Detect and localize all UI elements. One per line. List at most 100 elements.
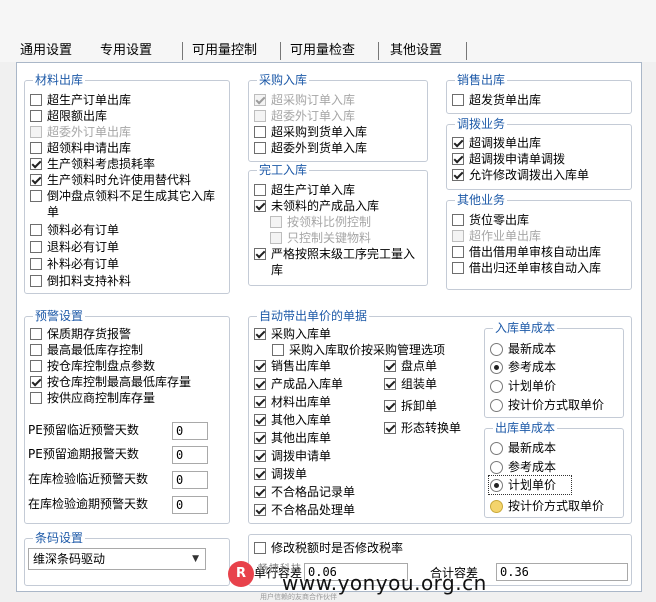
chevron-down-icon[interactable]: ▼ [192, 549, 199, 569]
chk-supplement-require-order[interactable]: 补料必有订单 [30, 256, 119, 272]
checkbox[interactable] [452, 214, 464, 226]
checkbox[interactable] [384, 360, 396, 372]
checkbox[interactable] [30, 258, 42, 270]
checkbox[interactable] [30, 110, 42, 122]
radio-button[interactable] [490, 360, 503, 374]
checkbox[interactable] [30, 174, 42, 186]
checkbox[interactable] [30, 158, 42, 170]
chk-over-production-order-in[interactable]: 超生产订单入库 [254, 182, 355, 198]
chk-return-require-order[interactable]: 退料必有订单 [30, 239, 119, 255]
checkbox[interactable] [272, 344, 284, 356]
chk-allow-substitute[interactable]: 生产领料时允许使用替代料 [30, 172, 191, 188]
chk-auto-material-out[interactable]: 材料出库单 [254, 394, 331, 410]
checkbox[interactable] [254, 126, 266, 138]
checkbox[interactable] [254, 542, 266, 554]
radio-in-latest-cost[interactable]: 最新成本 [490, 341, 556, 357]
checkbox[interactable] [254, 184, 266, 196]
checkbox[interactable] [254, 378, 266, 390]
radio-in-reference-cost[interactable]: 参考成本 [490, 359, 556, 375]
checkbox[interactable] [254, 328, 266, 340]
checkbox[interactable] [452, 169, 464, 181]
checkbox[interactable] [254, 486, 266, 498]
checkbox[interactable] [30, 392, 42, 404]
chk-auto-nonconforming-handle[interactable]: 不合格品处理单 [254, 502, 355, 518]
total-tolerance-input[interactable]: 0.36 [496, 563, 628, 581]
checkbox[interactable] [452, 262, 464, 274]
checkbox[interactable] [254, 504, 266, 516]
chk-auto-count[interactable]: 盘点单 [384, 358, 437, 374]
chk-over-outsourcing-arrival-in[interactable]: 超委外到货单入库 [254, 140, 367, 156]
tab-general[interactable]: 通用设置 [20, 42, 72, 60]
checkbox[interactable] [30, 224, 42, 236]
checkbox[interactable] [452, 153, 464, 165]
chk-auto-other-out[interactable]: 其他出库单 [254, 430, 331, 446]
chk-auto-finished-in[interactable]: 产成品入库单 [254, 376, 343, 392]
chk-allow-edit-transfer[interactable]: 允许修改调拨出入库单 [452, 167, 589, 183]
radio-in-plan-price[interactable]: 计划单价 [490, 378, 556, 394]
chk-auto-sales-out[interactable]: 销售出库单 [254, 358, 331, 374]
chk-auto-purchase-in[interactable]: 采购入库单 [254, 326, 331, 342]
chk-borrow-auto-out[interactable]: 借出借用单审核自动出库 [452, 244, 601, 260]
checkbox[interactable] [254, 248, 266, 260]
checkbox[interactable] [452, 94, 464, 106]
radio-button[interactable] [490, 499, 503, 513]
checkbox[interactable] [254, 468, 266, 480]
barcode-driver-select[interactable]: 维深条码驱动 ▼ [28, 548, 206, 570]
checkbox[interactable] [254, 396, 266, 408]
checkbox[interactable] [30, 241, 42, 253]
checkbox[interactable] [384, 378, 396, 390]
chk-purchase-price-by-option[interactable]: 采购入库取价按采购管理选项 [272, 342, 445, 358]
chk-auto-transfer[interactable]: 调拨单 [254, 466, 307, 482]
checkbox[interactable] [30, 190, 42, 202]
radio-out-by-valuation[interactable]: 按计价方式取单价 [490, 498, 604, 514]
checkbox[interactable] [254, 432, 266, 444]
tab-other-settings[interactable]: 其他设置 [390, 42, 442, 60]
chk-over-delivery-out[interactable]: 超发货单出库 [452, 92, 541, 108]
pe-overdue-days-input[interactable]: 0 [172, 446, 208, 464]
radio-out-reference-cost[interactable]: 参考成本 [490, 459, 556, 475]
checkbox[interactable] [30, 94, 42, 106]
checkbox[interactable] [254, 360, 266, 372]
checkbox[interactable] [30, 360, 42, 372]
checkbox[interactable] [30, 275, 42, 287]
checkbox[interactable] [30, 344, 42, 356]
chk-auto-form-conversion[interactable]: 形态转换单 [384, 420, 461, 436]
checkbox[interactable] [384, 422, 396, 434]
chk-unpicked-finished-in[interactable]: 未领料的产成品入库 [254, 198, 379, 214]
tab-special[interactable]: 专用设置 [100, 42, 152, 60]
chk-backflush-supplement[interactable]: 倒扣料支持补料 [30, 273, 131, 289]
radio-button[interactable] [490, 478, 503, 492]
tab-availability-control[interactable]: 可用量控制 [192, 42, 257, 60]
radio-out-plan-price[interactable]: 计划单价 [490, 477, 556, 493]
chk-max-min-stock[interactable]: 最高最低库存控制 [30, 342, 143, 358]
checkbox[interactable] [254, 450, 266, 462]
checkbox[interactable] [452, 137, 464, 149]
radio-in-by-valuation[interactable]: 按计价方式取单价 [490, 397, 604, 413]
chk-supplier-stock[interactable]: 按供应商控制库存量 [30, 390, 155, 406]
checkbox[interactable] [30, 142, 42, 154]
chk-auto-assembly[interactable]: 组装单 [384, 376, 437, 392]
chk-over-requisition-out[interactable]: 超领料申请出库 [30, 140, 131, 156]
checkbox[interactable] [254, 200, 266, 212]
checkbox[interactable] [254, 142, 266, 154]
radio-button[interactable] [490, 460, 503, 474]
chk-modify-tax-rate[interactable]: 修改税额时是否修改税率 [254, 540, 403, 556]
chk-zero-location-out[interactable]: 货位零出库 [452, 212, 529, 228]
chk-auto-nonconforming-record[interactable]: 不合格品记录单 [254, 484, 355, 500]
chk-shelf-life-alarm[interactable]: 保质期存货报警 [30, 326, 131, 342]
chk-over-quota-out[interactable]: 超限额出库 [30, 108, 107, 124]
checkbox[interactable] [254, 414, 266, 426]
chk-pick-require-order[interactable]: 领料必有订单 [30, 222, 119, 238]
chk-over-production-order-out[interactable]: 超生产订单出库 [30, 92, 131, 108]
inspect-overdue-days-input[interactable]: 0 [172, 496, 208, 514]
chk-backflush-shortage[interactable]: 倒冲盘点领料不足生成其它入库单 [30, 188, 220, 220]
checkbox[interactable] [452, 246, 464, 258]
checkbox[interactable] [384, 400, 396, 412]
chk-return-auto-in[interactable]: 借出归还单审核自动入库 [452, 260, 601, 276]
radio-button[interactable] [490, 398, 503, 412]
chk-consider-loss-rate[interactable]: 生产领料考虑损耗率 [30, 156, 155, 172]
tab-availability-check[interactable]: 可用量检查 [290, 42, 355, 60]
chk-over-purchase-arrival-in[interactable]: 超采购到货单入库 [254, 124, 367, 140]
radio-out-latest-cost[interactable]: 最新成本 [490, 440, 556, 456]
chk-auto-transfer-request[interactable]: 调拨申请单 [254, 448, 331, 464]
